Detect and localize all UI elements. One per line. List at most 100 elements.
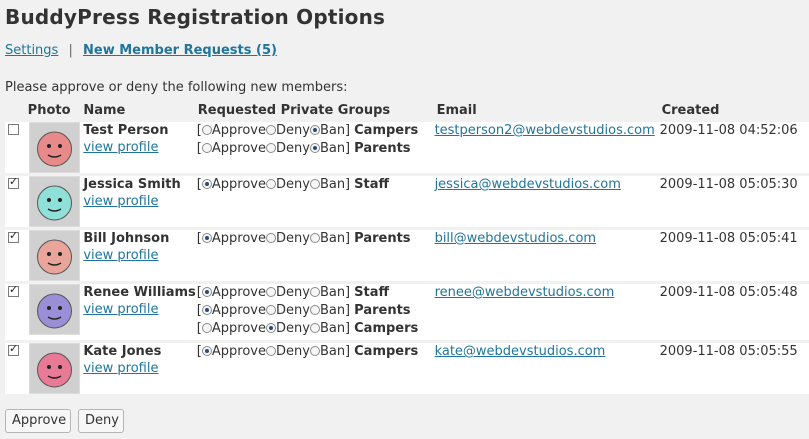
member-name: Kate Jones xyxy=(83,344,162,359)
table-row: Bill Johnsonview profile[ApproveDenyBan]… xyxy=(5,229,809,281)
deny-radio[interactable] xyxy=(265,233,276,243)
approve-label: Approve xyxy=(211,231,266,246)
new-member-requests-link[interactable]: New Member Requests (5) xyxy=(83,43,277,58)
member-email-link[interactable]: jessica@webdevstudios.com xyxy=(435,177,621,192)
approve-label: Approve xyxy=(211,123,266,138)
avatar xyxy=(28,230,80,281)
row-select-checkbox[interactable] xyxy=(8,175,19,189)
member-email-link[interactable]: testperson2@webdevstudios.com xyxy=(435,123,655,138)
row-select-checkbox[interactable] xyxy=(8,342,19,356)
select-column-header xyxy=(5,101,26,119)
created-cell: 2009-11-08 05:05:55 xyxy=(659,343,809,394)
approve-radio[interactable] xyxy=(201,323,212,333)
approve-radio[interactable] xyxy=(201,287,212,297)
member-email-link[interactable]: kate@webdevstudios.com xyxy=(435,344,606,359)
subnav: Settings | New Member Requests (5) xyxy=(5,43,277,58)
ban-radio[interactable] xyxy=(309,233,320,243)
photo-cell xyxy=(25,284,82,340)
name-column-header: Name xyxy=(83,102,126,118)
settings-link[interactable]: Settings xyxy=(5,43,58,58)
ban-label: Ban] xyxy=(319,141,351,156)
page-title: BuddyPress Registration Options xyxy=(5,5,386,29)
ban-radio[interactable] xyxy=(309,143,320,153)
group-option-row: [Approve Deny Ban] Campers xyxy=(196,320,435,338)
group-option-row: [Approve Deny Ban] Campers xyxy=(196,122,435,140)
ban-label: Ban] xyxy=(319,303,351,318)
deny-radio[interactable] xyxy=(265,179,276,189)
member-email-link[interactable]: bill@webdevstudios.com xyxy=(435,231,597,246)
group-option-row: [Approve Deny Ban] Parents xyxy=(196,230,435,248)
groups-cell: [Approve Deny Ban] Parents xyxy=(195,230,435,281)
approve-radio[interactable] xyxy=(201,143,212,153)
group-name: Campers xyxy=(354,344,419,359)
photo-cell xyxy=(25,176,82,227)
approve-radio[interactable] xyxy=(201,233,212,243)
deny-radio[interactable] xyxy=(265,346,276,356)
ban-label: Ban] xyxy=(319,177,351,192)
email-cell: testperson2@webdevstudios.com xyxy=(434,122,660,173)
ban-radio[interactable] xyxy=(309,179,320,189)
groups-cell: [Approve Deny Ban] Staff xyxy=(195,176,435,227)
member-email-link[interactable]: renee@webdevstudios.com xyxy=(435,285,615,300)
ban-radio[interactable] xyxy=(309,346,320,356)
photo-column-header: Photo xyxy=(27,102,71,118)
approve-radio[interactable] xyxy=(201,179,212,189)
avatar xyxy=(28,176,80,227)
deny-label: Deny xyxy=(275,231,310,246)
photo-cell xyxy=(25,122,82,173)
approve-radio[interactable] xyxy=(201,125,212,135)
approve-label: Approve xyxy=(211,321,266,336)
view-profile-link[interactable]: view profile xyxy=(83,361,195,376)
view-profile-link[interactable]: view profile xyxy=(83,302,195,317)
group-name: Parents xyxy=(354,141,411,156)
approve-label: Approve xyxy=(211,285,266,300)
members-table-body: Test Person view profile[Approve Deny Ban] C… xyxy=(5,122,809,394)
ban-radio[interactable] xyxy=(309,305,320,315)
deny-label: Deny xyxy=(275,285,310,300)
deny-radio[interactable] xyxy=(265,125,276,135)
ban-radio[interactable] xyxy=(309,287,320,297)
intro-text: Please approve or deny the following new… xyxy=(5,80,348,95)
created-date: 2009-11-08 05:05:55 xyxy=(659,344,798,359)
groups-cell: [Approve Deny Ban] Staff[Approve Deny Ban] Par… xyxy=(195,284,435,340)
created-cell: 2009-11-08 04:52:06 xyxy=(659,122,809,173)
deny-label: Deny xyxy=(275,344,310,359)
deny-radio[interactable] xyxy=(265,143,276,153)
approve-label: Approve xyxy=(211,177,266,192)
created-column-header: Created xyxy=(661,102,720,118)
created-cell: 2009-11-08 05:05:41 xyxy=(659,230,809,281)
select-cell xyxy=(5,342,26,394)
created-date: 2009-11-08 04:52:06 xyxy=(659,123,798,138)
member-name: Renee Williams xyxy=(83,285,196,300)
deny-radio[interactable] xyxy=(265,323,276,333)
view-profile-link[interactable]: view profile xyxy=(83,248,195,263)
view-profile-link[interactable]: view profile xyxy=(83,140,195,155)
deny-radio[interactable] xyxy=(265,287,276,297)
ban-label: Ban] xyxy=(319,321,351,336)
deny-button[interactable]: Deny xyxy=(78,409,124,433)
deny-radio[interactable] xyxy=(265,305,276,315)
groups-cell: [Approve Deny Ban] Campers xyxy=(195,343,435,394)
group-name: Staff xyxy=(354,177,390,192)
table-row: Test Person view profile[Approve Deny Ban] C… xyxy=(5,122,809,173)
view-profile-link[interactable]: view profile xyxy=(83,194,195,209)
ban-radio[interactable] xyxy=(309,125,320,135)
ban-radio[interactable] xyxy=(309,323,320,333)
table-row: Renee Williams view profile[ApproveDenyBa… xyxy=(5,283,809,340)
select-cell xyxy=(5,175,26,227)
row-select-checkbox[interactable] xyxy=(8,283,19,297)
approve-radio[interactable] xyxy=(201,346,212,356)
group-name: Campers xyxy=(354,123,419,138)
ban-label: Ban] xyxy=(319,231,351,246)
group-option-row: [Approve Deny Ban] Parents xyxy=(196,140,435,158)
name-cell: Bill Johnson view profile xyxy=(81,230,196,281)
approve-button[interactable]: Approve xyxy=(5,409,71,433)
deny-label: Deny xyxy=(275,177,310,192)
approve-radio[interactable] xyxy=(201,305,212,315)
approve-label: Approve xyxy=(211,303,266,318)
approve-label: Approve xyxy=(211,344,266,359)
row-select-checkbox[interactable] xyxy=(8,124,19,135)
name-cell: Renee Williams view profile xyxy=(81,284,196,340)
group-name: Campers xyxy=(354,321,419,336)
row-select-checkbox[interactable] xyxy=(8,229,19,243)
